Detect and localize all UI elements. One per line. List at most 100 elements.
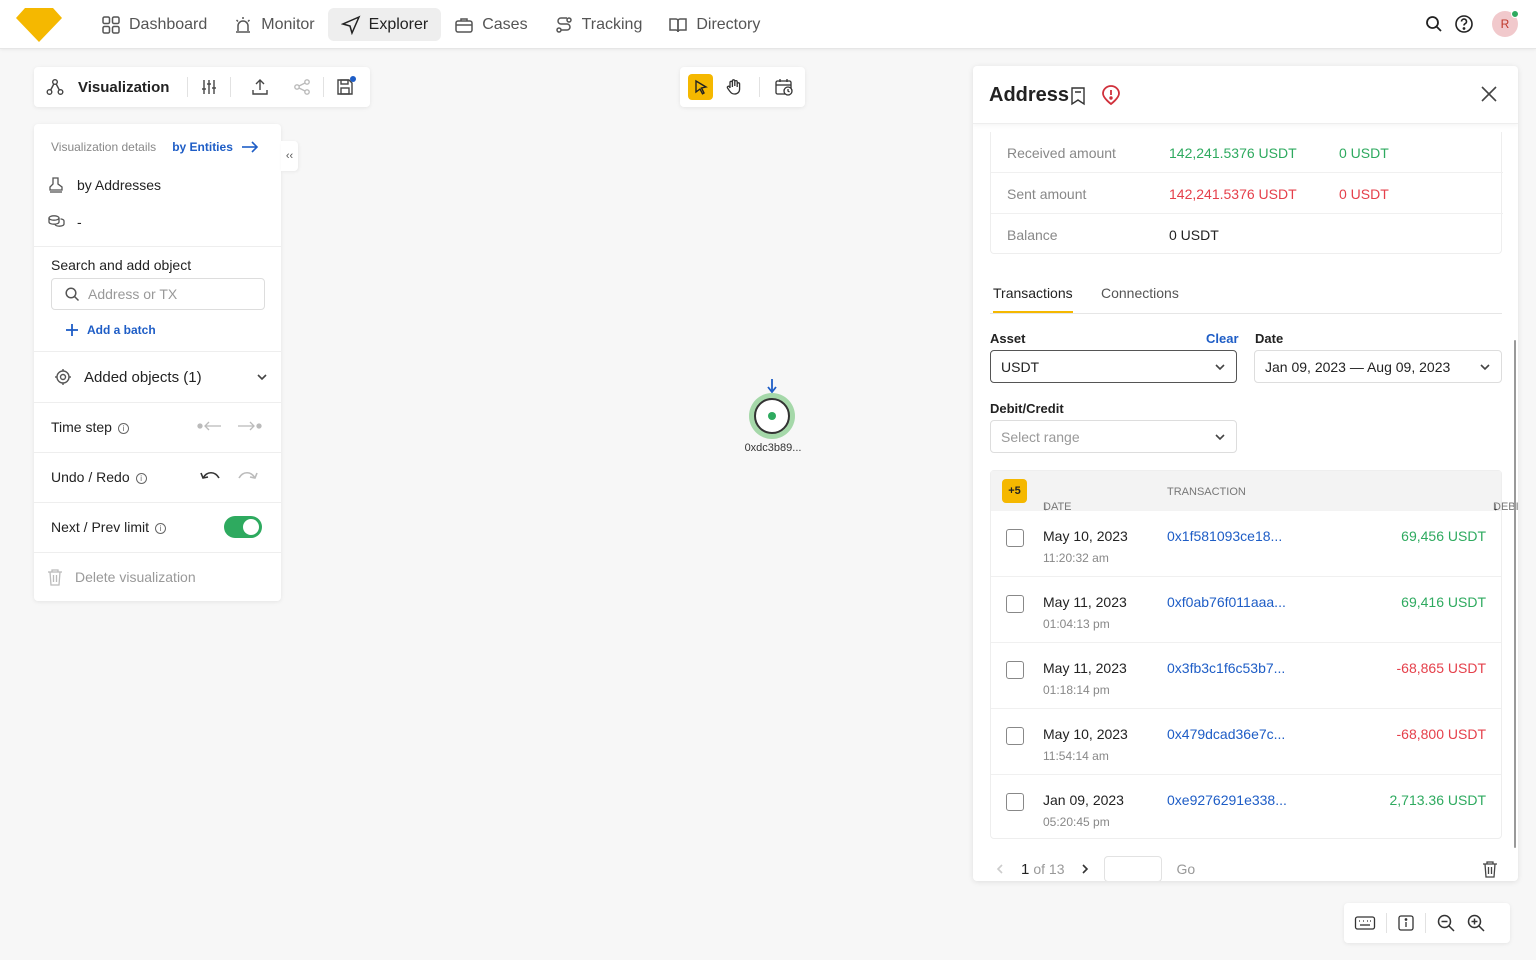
nav-explorer[interactable]: Explorer <box>327 8 442 41</box>
export-button[interactable] <box>249 76 271 98</box>
nav-tracking[interactable]: Tracking <box>541 8 656 41</box>
keyboard-icon[interactable] <box>1354 914 1376 932</box>
added-objects-row[interactable]: Added objects (1) <box>54 368 268 386</box>
avatar[interactable]: R <box>1492 10 1519 37</box>
graph-address-node[interactable] <box>749 393 795 439</box>
nav-dashboard[interactable]: Dashboard <box>88 8 220 41</box>
table-row[interactable]: May 10, 2023 11:54:14 am 0x479dcad36e7c.… <box>991 709 1501 775</box>
info-icon[interactable]: i <box>155 522 167 534</box>
toolbar-divider <box>230 77 232 97</box>
debit-credit-select[interactable]: Select range <box>990 420 1237 453</box>
delete-visualization-button[interactable]: Delete visualization <box>47 568 196 586</box>
help-icon[interactable] <box>1454 14 1474 34</box>
node-arrow-down-icon <box>767 379 777 394</box>
undo-redo-label: Undo / Redo <box>51 469 130 485</box>
section-divider <box>34 502 281 503</box>
info-icon[interactable] <box>1397 914 1415 932</box>
row-checkbox[interactable] <box>1006 595 1024 613</box>
collapse-panel-button[interactable]: ‹‹ <box>281 141 298 171</box>
amount-summary-table: Received amount 142,241.5376 USDT 0 USDT… <box>990 132 1503 254</box>
tab-connections[interactable]: Connections <box>1101 285 1179 311</box>
section-divider <box>34 351 281 352</box>
table-row[interactable]: May 11, 2023 01:18:14 pm 0x3fb3c1f6c53b7… <box>991 643 1501 709</box>
table-row[interactable]: May 11, 2023 01:04:13 pm 0xf0ab76f011aaa… <box>991 577 1501 643</box>
row-checkbox[interactable] <box>1006 793 1024 811</box>
step-back-icon[interactable] <box>197 420 223 432</box>
go-button[interactable]: Go <box>1176 861 1195 877</box>
risk-alert-icon[interactable] <box>1101 84 1121 106</box>
asset-label: Asset <box>990 331 1026 346</box>
tx-hash-link[interactable]: 0x479dcad36e7c... <box>1167 726 1285 742</box>
nav-cases[interactable]: Cases <box>441 8 540 41</box>
debit-credit-label: Debit/Credit <box>990 401 1064 416</box>
section-divider <box>34 402 281 403</box>
nav-monitor[interactable]: Monitor <box>220 8 327 41</box>
tx-date: Jan 09, 2023 <box>1043 792 1124 808</box>
chevron-left-icon[interactable] <box>995 863 1005 875</box>
redo-icon[interactable] <box>237 469 259 485</box>
more-rows-badge[interactable]: +5 <box>1002 479 1027 503</box>
chevron-right-icon[interactable] <box>1080 863 1090 875</box>
next-prev-row: Next / Prev limit i <box>51 519 167 535</box>
canvas-zoom-toolbar <box>1344 903 1510 943</box>
date-range-select[interactable]: Jan 09, 2023 — Aug 09, 2023 <box>1254 350 1502 383</box>
avatar-initial: R <box>1500 17 1510 31</box>
by-addresses-row[interactable]: by Addresses <box>47 176 161 194</box>
page-total: of 13 <box>1033 861 1065 877</box>
undo-icon[interactable] <box>199 469 221 485</box>
graph-node-label: 0xdc3b89... <box>744 442 802 454</box>
col-transaction-header: TRANSACTION <box>1167 486 1246 498</box>
zoom-out-icon[interactable] <box>1436 913 1456 933</box>
pan-mode-button[interactable] <box>721 74 746 100</box>
add-batch-button[interactable]: Add a batch <box>65 323 156 337</box>
tx-time: 11:54:14 am <box>1043 749 1109 763</box>
table-row[interactable]: May 10, 2023 11:20:32 am 0x1f581093ce18.… <box>991 511 1501 577</box>
asset-select[interactable]: USDT <box>990 350 1237 383</box>
close-icon[interactable] <box>1480 85 1498 103</box>
next-prev-limit-toggle[interactable] <box>224 516 262 538</box>
info-icon[interactable]: i <box>135 472 147 484</box>
row-checkbox[interactable] <box>1006 727 1024 745</box>
stamp-icon <box>49 177 63 193</box>
date-range-value: Jan 09, 2023 — Aug 09, 2023 <box>1265 358 1451 375</box>
pagination: 1 of 13 Go <box>990 856 1502 881</box>
zoom-in-icon[interactable] <box>1466 913 1486 933</box>
row-checkbox[interactable] <box>1006 529 1024 547</box>
tx-hash-link[interactable]: 0x3fb3c1f6c53b7... <box>1167 660 1285 676</box>
calendar-button[interactable] <box>772 74 797 100</box>
time-step-row: Time step i <box>51 419 129 435</box>
step-forward-icon[interactable] <box>236 420 262 432</box>
info-icon[interactable]: i <box>117 422 129 434</box>
alarm-icon <box>236 16 251 33</box>
by-entities-link[interactable]: by Entities <box>172 140 233 154</box>
nav-tracking-label: Tracking <box>581 15 643 33</box>
nav-monitor-label: Monitor <box>261 15 315 33</box>
page-number-input[interactable] <box>1104 856 1163 881</box>
node-status-dot <box>768 412 776 420</box>
row-checkbox[interactable] <box>1006 661 1024 679</box>
trash-icon[interactable] <box>1482 860 1498 878</box>
panel-scrollbar[interactable] <box>1514 340 1516 848</box>
logo-icon[interactable] <box>16 8 62 42</box>
tx-hash-link[interactable]: 0x1f581093ce18... <box>1167 528 1282 544</box>
filters-button[interactable] <box>198 76 220 98</box>
nav-directory[interactable]: Directory <box>655 8 773 41</box>
save-button[interactable] <box>334 76 357 98</box>
target-icon <box>55 369 71 385</box>
briefcase-icon <box>455 17 473 33</box>
share-button[interactable] <box>291 76 313 98</box>
tx-hash-link[interactable]: 0xf0ab76f011aaa... <box>1167 594 1286 610</box>
select-mode-button[interactable] <box>688 74 714 100</box>
arrow-right-icon[interactable] <box>241 141 259 153</box>
tx-hash-link[interactable]: 0xe9276291e338... <box>1167 792 1287 808</box>
sliders-icon <box>202 80 217 94</box>
unsaved-indicator-dot <box>350 76 357 82</box>
bookmark-icon[interactable] <box>1070 86 1086 106</box>
table-row[interactable]: Jan 09, 2023 05:20:45 pm 0xe9276291e338.… <box>991 775 1501 841</box>
added-objects-label: Added objects (1) <box>84 368 202 386</box>
search-icon[interactable] <box>1424 14 1444 34</box>
book-icon <box>669 17 688 32</box>
tab-transactions[interactable]: Transactions <box>993 285 1073 313</box>
address-search-input[interactable]: Address or TX <box>51 278 265 310</box>
clear-asset-button[interactable]: Clear <box>1206 331 1239 346</box>
